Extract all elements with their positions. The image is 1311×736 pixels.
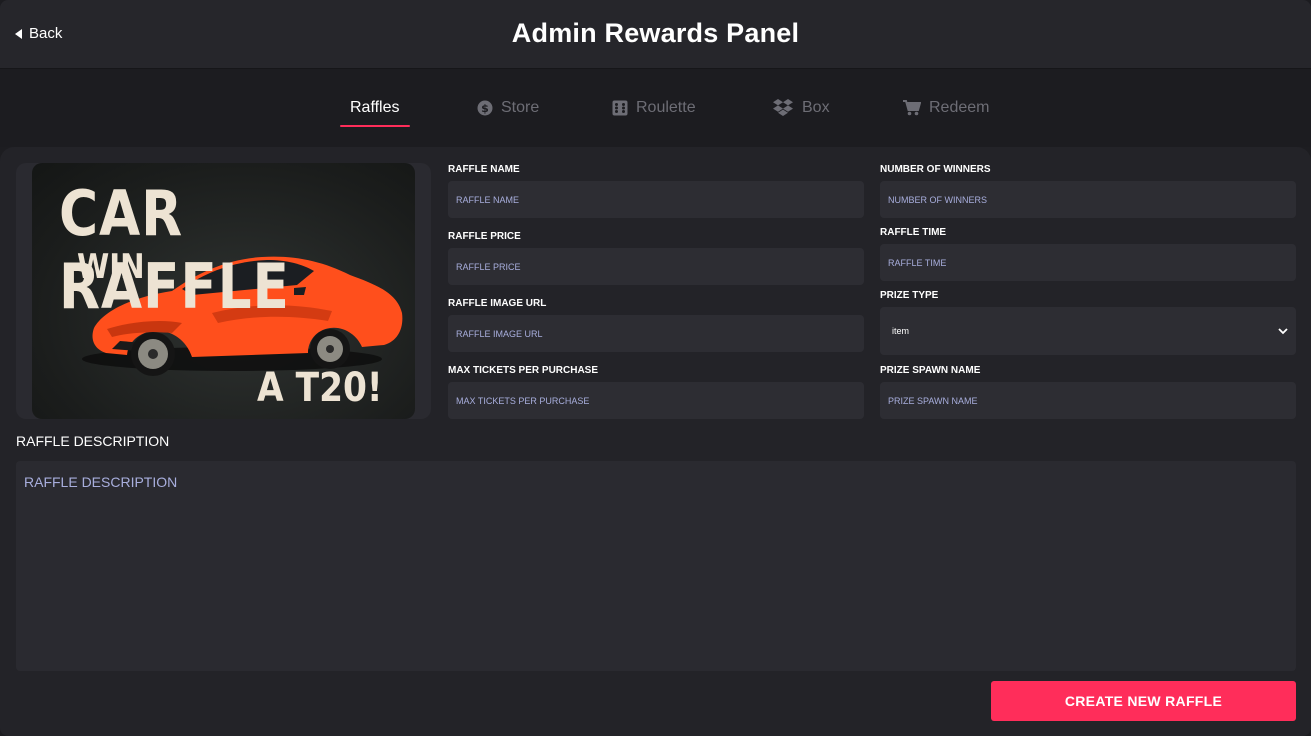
max-tickets-input[interactable] xyxy=(448,382,864,419)
tab-redeem[interactable]: Redeem xyxy=(903,99,989,117)
raffle-image-url-label: RAFFLE IMAGE URL xyxy=(448,298,547,309)
tab-bar: Raffles $ Store Roulette Box Redeem xyxy=(0,69,1311,147)
page-title: Admin Rewards Panel xyxy=(511,18,800,48)
tab-store[interactable]: $ Store xyxy=(477,99,539,117)
active-tab-indicator xyxy=(340,125,410,127)
raffle-description-label: RAFFLE DESCRIPTION xyxy=(16,433,170,449)
prize-type-selected-value: item xyxy=(892,326,910,336)
number-of-winners-input[interactable] xyxy=(880,181,1296,218)
dice-icon xyxy=(612,100,628,116)
prize-spawn-name-group: PRIZE SPAWN NAME xyxy=(880,364,1296,419)
tab-box-label: Box xyxy=(802,99,830,116)
raffle-description-textarea[interactable] xyxy=(16,461,1296,671)
raffle-price-group: RAFFLE PRICE xyxy=(448,230,864,285)
raffle-price-input[interactable] xyxy=(448,248,864,285)
tab-raffles[interactable]: Raffles xyxy=(340,99,410,127)
tab-roulette-label: Roulette xyxy=(636,99,696,116)
header-bar: Back Admin Rewards Panel xyxy=(0,0,1311,69)
raffle-image-url-group: RAFFLE IMAGE URL xyxy=(448,297,864,352)
number-of-winners-label: NUMBER OF WINNERS xyxy=(880,164,991,175)
raffle-time-input[interactable] xyxy=(880,244,1296,281)
prize-type-select[interactable]: item xyxy=(880,307,1296,355)
tab-redeem-label: Redeem xyxy=(929,99,990,116)
prize-type-group: PRIZE TYPE item xyxy=(880,289,1296,355)
raffle-name-group: RAFFLE NAME xyxy=(448,163,864,218)
raffle-time-label: RAFFLE TIME xyxy=(880,227,947,238)
raffle-price-label: RAFFLE PRICE xyxy=(448,231,521,242)
create-new-raffle-button[interactable]: CREATE NEW RAFFLE xyxy=(991,681,1296,721)
tab-raffles-label: Raffles xyxy=(350,99,400,116)
raffle-image-url-input[interactable] xyxy=(448,315,864,352)
admin-rewards-app: Back Admin Rewards Panel Raffles $ Store xyxy=(0,0,1311,736)
tab-box[interactable]: Box xyxy=(772,99,830,117)
raffle-name-input[interactable] xyxy=(448,181,864,218)
prize-type-label: PRIZE TYPE xyxy=(880,290,939,301)
svg-text:$: $ xyxy=(481,102,489,115)
max-tickets-group: MAX TICKETS PER PURCHASE xyxy=(448,364,864,419)
prize-spawn-name-label: PRIZE SPAWN NAME xyxy=(880,365,981,376)
cart-icon xyxy=(903,100,921,116)
raffle-image-preview: CAR RAFFLE WIN A T20! xyxy=(16,163,431,419)
tab-store-label: Store xyxy=(501,99,540,116)
number-of-winners-group: NUMBER OF WINNERS xyxy=(880,163,1296,218)
tab-roulette[interactable]: Roulette xyxy=(612,99,696,117)
max-tickets-label: MAX TICKETS PER PURCHASE xyxy=(448,365,599,376)
raffle-time-group: RAFFLE TIME xyxy=(880,226,1296,281)
dropbox-icon xyxy=(773,99,793,116)
raffle-poster-image: CAR RAFFLE WIN A T20! xyxy=(32,163,415,419)
chevron-down-icon xyxy=(1278,327,1288,334)
poster-prize-text: A T20! xyxy=(257,365,383,411)
prize-spawn-name-input[interactable] xyxy=(880,382,1296,419)
raffle-form-panel: CAR RAFFLE WIN A T20! RAFFLE NAME RAFFLE… xyxy=(0,147,1311,736)
poster-win-text: WIN xyxy=(77,247,145,287)
dollar-coin-icon: $ xyxy=(477,100,493,116)
raffle-name-label: RAFFLE NAME xyxy=(448,164,520,175)
